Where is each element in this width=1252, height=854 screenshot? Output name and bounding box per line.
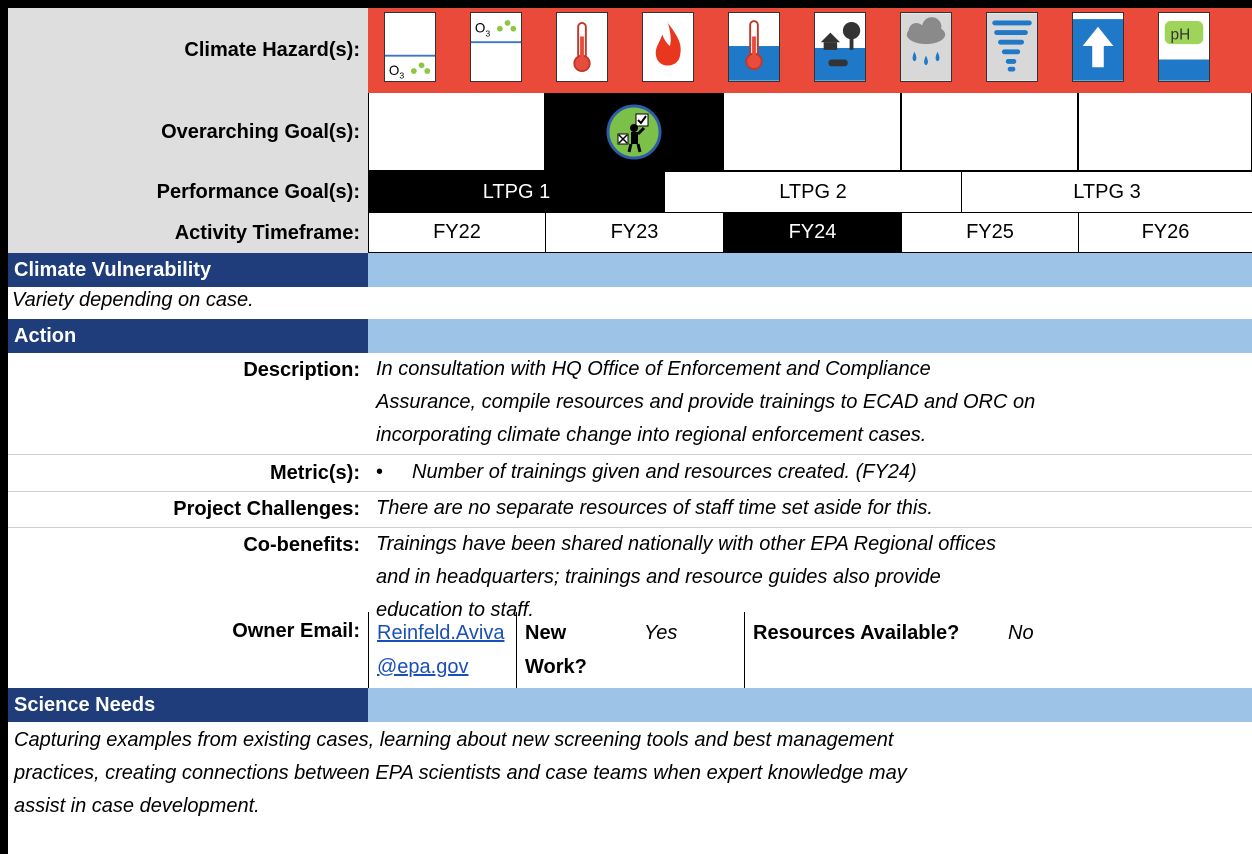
science-heading: Science Needs (8, 688, 368, 722)
section-band (368, 319, 1252, 353)
timeframe-label: Activity Timeframe: (174, 221, 360, 244)
description-field: Description: In consultation with HQ Off… (8, 353, 1252, 455)
resources-label-cell: Resources Available? (744, 612, 1000, 690)
flooding-icon (814, 12, 866, 82)
resources-label: Resources Available? (753, 622, 960, 644)
performance-row: Performance Goal(s): LTPG 1 LTPG 2 LTPG … (8, 171, 1252, 213)
owner-email-link-domain[interactable]: @epa.gov (377, 650, 508, 684)
description-label: Description: (243, 359, 360, 381)
svg-text:pH: pH (1171, 26, 1191, 43)
cobenefits-line: and in headquarters; trainings and resou… (376, 566, 941, 588)
goal-cell (901, 93, 1078, 171)
description-line: Assurance, compile resources and provide… (376, 391, 1036, 413)
thermometer-icon (556, 12, 608, 82)
bullet: • (376, 461, 384, 483)
goal-cell-active (545, 93, 723, 171)
vulnerability-text: Variety depending on case. (12, 289, 254, 311)
metrics-field: Metric(s): • Number of trainings given a… (8, 456, 1252, 492)
new-work-label: New Work? (525, 622, 587, 678)
challenges-label: Project Challenges: (173, 498, 360, 520)
science-line: practices, creating connections between … (14, 762, 907, 784)
enforcement-goal-icon (606, 104, 662, 159)
owner-row: Owner Email: Reinfeld.Aviva @epa.gov New… (8, 612, 1252, 690)
timeframe-fy26: FY26 (1078, 213, 1252, 252)
goals-row: Overarching Goal(s): (8, 93, 1252, 171)
science-line: assist in case development. (14, 795, 260, 817)
science-text: Capturing examples from existing cases, … (8, 724, 1252, 823)
performance-goal-2: LTPG 2 (664, 172, 961, 212)
performance-goal-3: LTPG 3 (961, 172, 1252, 212)
timeframe-cells: FY22 FY23 FY24 FY25 FY26 (368, 213, 1252, 253)
owner-email-cell: Reinfeld.Aviva @epa.gov (368, 612, 516, 690)
hazard-row: Climate Hazard(s): O3 O3 pH (8, 8, 1252, 93)
performance-goal-1: LTPG 1 (368, 172, 664, 212)
owner-label: Owner Email: (232, 620, 360, 642)
description-line: incorporating climate change into region… (376, 424, 927, 446)
performance-label: Performance Goal(s): (156, 180, 360, 203)
resources-value: No (1008, 622, 1034, 644)
science-line: Capturing examples from existing cases, … (14, 729, 894, 751)
metrics-text: Number of trainings given and resources … (412, 461, 917, 483)
science-section-header: Science Needs (8, 688, 1252, 722)
metrics-value: • Number of trainings given and resource… (368, 456, 1252, 491)
owner-email-link[interactable]: Reinfeld.Aviva (377, 616, 508, 650)
metrics-label: Metric(s): (269, 462, 360, 484)
goal-cell (723, 93, 901, 171)
vulnerability-heading: Climate Vulnerability (8, 253, 368, 287)
performance-cells: LTPG 1 LTPG 2 LTPG 3 (368, 171, 1252, 213)
water-temperature-icon (728, 12, 780, 82)
timeframe-row: Activity Timeframe: FY22 FY23 FY24 FY25 … (8, 213, 1252, 253)
timeframe-fy22: FY22 (368, 213, 545, 252)
challenges-field: Project Challenges: There are no separat… (8, 492, 1252, 528)
goals-label: Overarching Goal(s): (161, 120, 360, 143)
goal-cell (368, 93, 545, 171)
vulnerability-section-header: Climate Vulnerability (8, 253, 1252, 287)
section-band (368, 253, 1252, 287)
hazards-label: Climate Hazard(s): (8, 8, 368, 93)
timeframe-fy24: FY24 (723, 213, 901, 252)
svg-text:3: 3 (485, 28, 490, 38)
timeframe-fy23: FY23 (545, 213, 723, 252)
goal-cells (368, 93, 1252, 171)
hazard-icons-strip: O3 O3 pH (368, 8, 1252, 93)
new-work-label-cell: New Work? (516, 612, 636, 690)
svg-text:O: O (475, 21, 485, 36)
left-border (0, 0, 8, 854)
cobenefits-line: Trainings have been shared nationally wi… (376, 533, 996, 555)
description-value: In consultation with HQ Office of Enforc… (368, 353, 1252, 454)
new-work-value: Yes (644, 622, 678, 644)
challenges-value: There are no separate resources of staff… (376, 497, 933, 519)
tornado-icon (986, 12, 1038, 82)
fire-icon (642, 12, 694, 82)
top-border (0, 0, 1252, 8)
action-section-header: Action (8, 319, 1252, 353)
svg-text:O: O (389, 63, 399, 78)
climate-action-sheet: Climate Hazard(s): O3 O3 pH Overarching … (0, 0, 1252, 854)
ozone-low-icon: O3 (384, 12, 436, 82)
action-heading: Action (8, 319, 368, 353)
sea-level-rise-icon (1072, 12, 1124, 82)
section-band (368, 688, 1252, 722)
svg-text:3: 3 (399, 71, 404, 81)
description-line: In consultation with HQ Office of Enforc… (376, 358, 931, 380)
timeframe-fy25: FY25 (901, 213, 1078, 252)
goal-cell (1078, 93, 1252, 171)
ph-icon: pH (1158, 12, 1210, 82)
ozone-high-icon: O3 (470, 12, 522, 82)
rain-icon (900, 12, 952, 82)
